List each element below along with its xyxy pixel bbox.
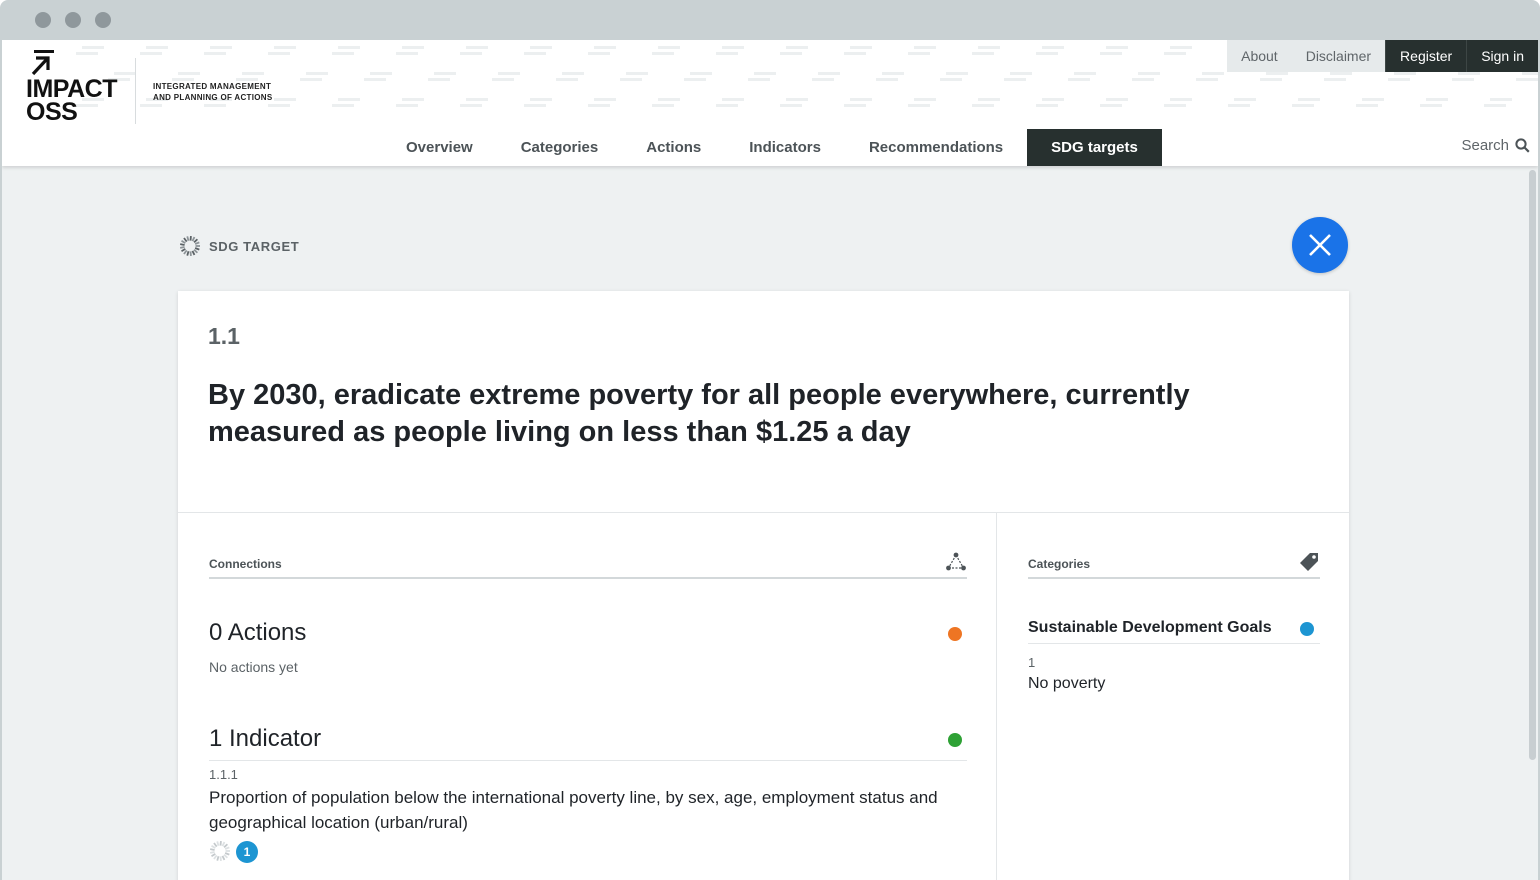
actions-count-title[interactable]: 0 Actions xyxy=(209,619,306,647)
disclaimer-link[interactable]: Disclaimer xyxy=(1291,40,1386,72)
target-code: 1.1 xyxy=(208,323,240,349)
search-icon xyxy=(1515,138,1530,153)
window-maximize-dot[interactable] xyxy=(95,12,111,28)
nav-sdg-targets[interactable]: SDG targets xyxy=(1027,129,1162,166)
top-nav: About Disclaimer Register Sign in xyxy=(1227,40,1538,72)
category-code: 1 xyxy=(1028,655,1036,670)
search-button[interactable]: Search xyxy=(1461,137,1530,154)
close-icon xyxy=(1309,234,1331,256)
indicator-link[interactable]: Proportion of population below the inter… xyxy=(209,785,969,835)
window-minimize-dot[interactable] xyxy=(65,12,81,28)
browser-chrome xyxy=(0,0,1540,40)
window-close-dot[interactable] xyxy=(35,12,51,28)
logo-wordmark: IMPACT OSS xyxy=(26,75,117,126)
indicator-count-badge: 1 xyxy=(236,841,258,863)
categories-header: Categories xyxy=(1028,553,1320,579)
sign-in-button[interactable]: Sign in xyxy=(1466,40,1538,72)
category-group-dot xyxy=(1300,622,1314,636)
connections-header: Connections xyxy=(209,552,967,579)
target-card: 1.1 By 2030, eradicate extreme poverty f… xyxy=(178,291,1349,880)
categories-heading: Categories xyxy=(1028,557,1091,571)
connections-heading: Connections xyxy=(209,557,282,571)
page-type-label: SDG TARGET xyxy=(179,235,299,257)
sdg-wheel-icon xyxy=(180,235,200,257)
site-tagline: INTEGRATED MANAGEMENT AND PLANNING OF AC… xyxy=(153,82,273,102)
page-type-text: SDG TARGET xyxy=(209,238,300,254)
card-divider xyxy=(178,512,1349,513)
logo-divider xyxy=(135,58,136,124)
browser-viewport: IMPACT OSS INTEGRATED MANAGEMENT AND PLA… xyxy=(0,40,1540,880)
nav-overview[interactable]: Overview xyxy=(382,129,497,166)
target-title: By 2030, eradicate extreme poverty for a… xyxy=(208,379,1190,448)
register-button[interactable]: Register xyxy=(1385,40,1467,72)
indicators-rule xyxy=(209,760,967,761)
indicators-color-dot xyxy=(948,733,962,747)
site-logo[interactable]: IMPACT OSS xyxy=(26,50,136,130)
nav-categories[interactable]: Categories xyxy=(497,129,623,166)
nav-actions[interactable]: Actions xyxy=(622,129,725,166)
indicators-count-title[interactable]: 1 Indicator xyxy=(209,725,321,753)
actions-empty-text: No actions yet xyxy=(209,659,298,675)
connections-icon xyxy=(946,552,966,571)
main-content: SDG TARGET 1.1 By 2030, eradicate extrem… xyxy=(2,166,1538,880)
search-label: Search xyxy=(1461,137,1509,154)
about-link[interactable]: About xyxy=(1227,40,1292,72)
category-link[interactable]: No poverty xyxy=(1028,675,1105,693)
category-rule xyxy=(1028,643,1320,644)
page-scrollbar[interactable] xyxy=(1529,170,1536,760)
close-button[interactable] xyxy=(1292,217,1348,273)
tag-icon xyxy=(1300,553,1318,571)
main-nav: Overview Categories Actions Indicators R… xyxy=(382,129,1162,166)
column-divider xyxy=(996,513,997,880)
nav-indicators[interactable]: Indicators xyxy=(725,129,845,166)
logo-arrow-icon xyxy=(31,50,54,76)
indicator-code: 1.1.1 xyxy=(209,767,238,782)
category-group-name: Sustainable Development Goals xyxy=(1028,619,1272,636)
nav-recommendations[interactable]: Recommendations xyxy=(845,129,1027,166)
indicator-sdg-wheel-icon xyxy=(210,840,230,862)
actions-color-dot xyxy=(948,627,962,641)
site-header: IMPACT OSS INTEGRATED MANAGEMENT AND PLA… xyxy=(2,40,1538,166)
